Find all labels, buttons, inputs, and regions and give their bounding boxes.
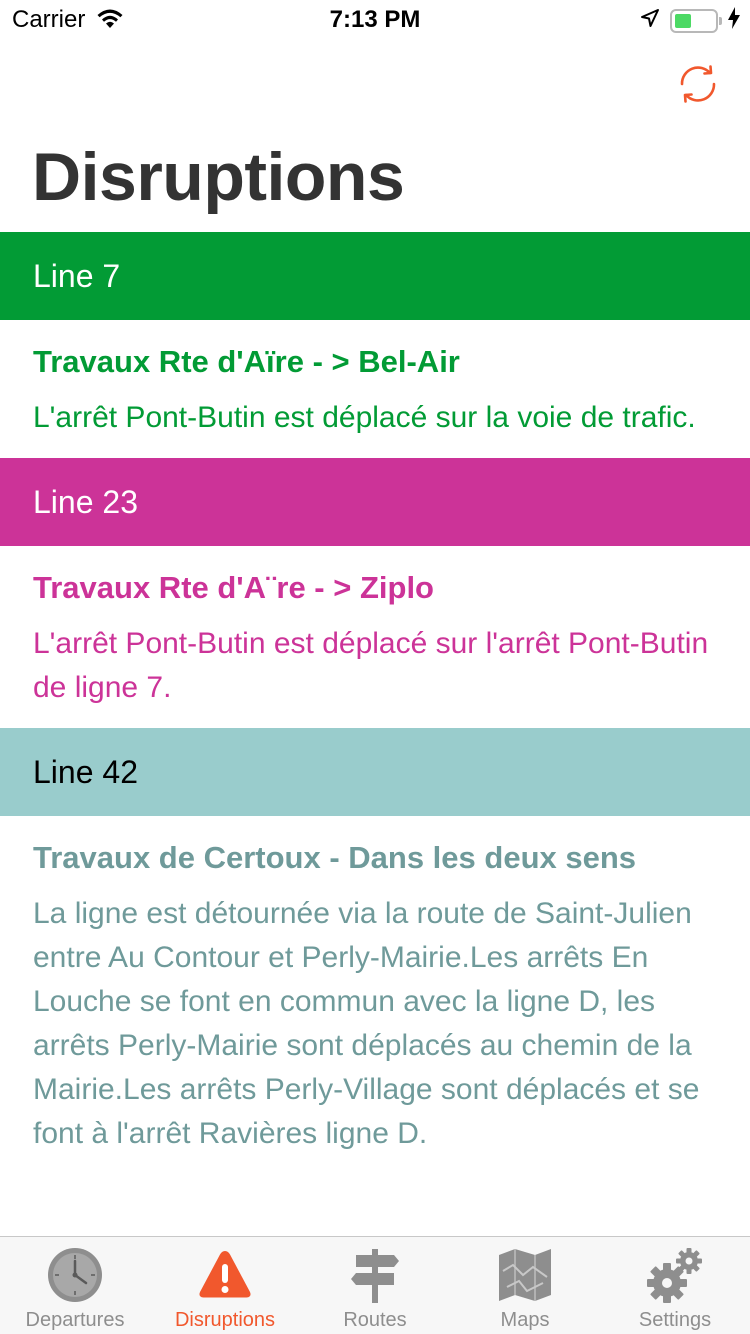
tab-departures[interactable]: Departures bbox=[0, 1237, 150, 1334]
section-header-line-42: Line 42 bbox=[0, 728, 750, 816]
location-arrow-icon bbox=[640, 8, 660, 33]
tab-label: Settings bbox=[638, 1309, 712, 1331]
disruption-item[interactable]: Travaux de Certoux - Dans les deux sens … bbox=[0, 816, 750, 1174]
warning-icon bbox=[199, 1251, 251, 1298]
refresh-button[interactable] bbox=[676, 64, 720, 104]
signpost-icon bbox=[351, 1249, 399, 1303]
clock: 7:13 PM bbox=[329, 6, 421, 33]
disruption-title: Travaux Rte d'A¨re - > Ziplo bbox=[33, 570, 434, 605]
refresh-icon bbox=[680, 65, 716, 103]
disruption-item[interactable]: Travaux Rte d'A¨re - > Ziplo L'arrêt Pon… bbox=[0, 546, 750, 728]
disruption-description: La ligne est détournée via la route de S… bbox=[33, 897, 700, 1150]
charging-icon bbox=[728, 7, 740, 34]
clock-icon bbox=[48, 1248, 102, 1302]
gear-icon bbox=[647, 1248, 702, 1303]
tab-label: Routes bbox=[343, 1309, 407, 1331]
section-header-label: Line 23 bbox=[33, 483, 138, 520]
tab-settings[interactable]: Settings bbox=[600, 1237, 750, 1334]
disruption-description: L'arrêt Pont-Butin est déplacé sur l'arr… bbox=[33, 627, 709, 704]
tab-bar: Departures Disruptions Routes Maps Setti… bbox=[0, 1236, 750, 1334]
tab-disruptions[interactable]: Disruptions bbox=[150, 1237, 300, 1334]
tab-maps[interactable]: Maps bbox=[450, 1237, 600, 1334]
disruption-item[interactable]: Travaux Rte d'Aïre - > Bel-Air L'arrêt P… bbox=[0, 320, 750, 458]
tab-label: Maps bbox=[500, 1309, 550, 1331]
section-header-line-7: Line 7 bbox=[0, 232, 750, 320]
disruption-title: Travaux Rte d'Aïre - > Bel-Air bbox=[33, 344, 460, 379]
section-header-label: Line 7 bbox=[33, 257, 121, 294]
tab-label: Disruptions bbox=[174, 1309, 276, 1331]
status-bar: Carrier 7:13 PM bbox=[0, 0, 750, 40]
disruption-description: L'arrêt Pont-Butin est déplacé sur la vo… bbox=[33, 401, 696, 434]
map-icon bbox=[499, 1249, 551, 1301]
section-header-label: Line 42 bbox=[33, 753, 138, 790]
battery-icon bbox=[670, 8, 722, 33]
tab-label: Departures bbox=[25, 1309, 125, 1331]
disruptions-list[interactable]: Line 7 Travaux Rte d'Aïre - > Bel-Air L'… bbox=[0, 232, 750, 1236]
section-header-line-23: Line 23 bbox=[0, 458, 750, 546]
disruption-title: Travaux de Certoux - Dans les deux sens bbox=[33, 840, 637, 875]
page-title: Disruptions bbox=[32, 139, 405, 215]
tab-routes[interactable]: Routes bbox=[300, 1237, 450, 1334]
